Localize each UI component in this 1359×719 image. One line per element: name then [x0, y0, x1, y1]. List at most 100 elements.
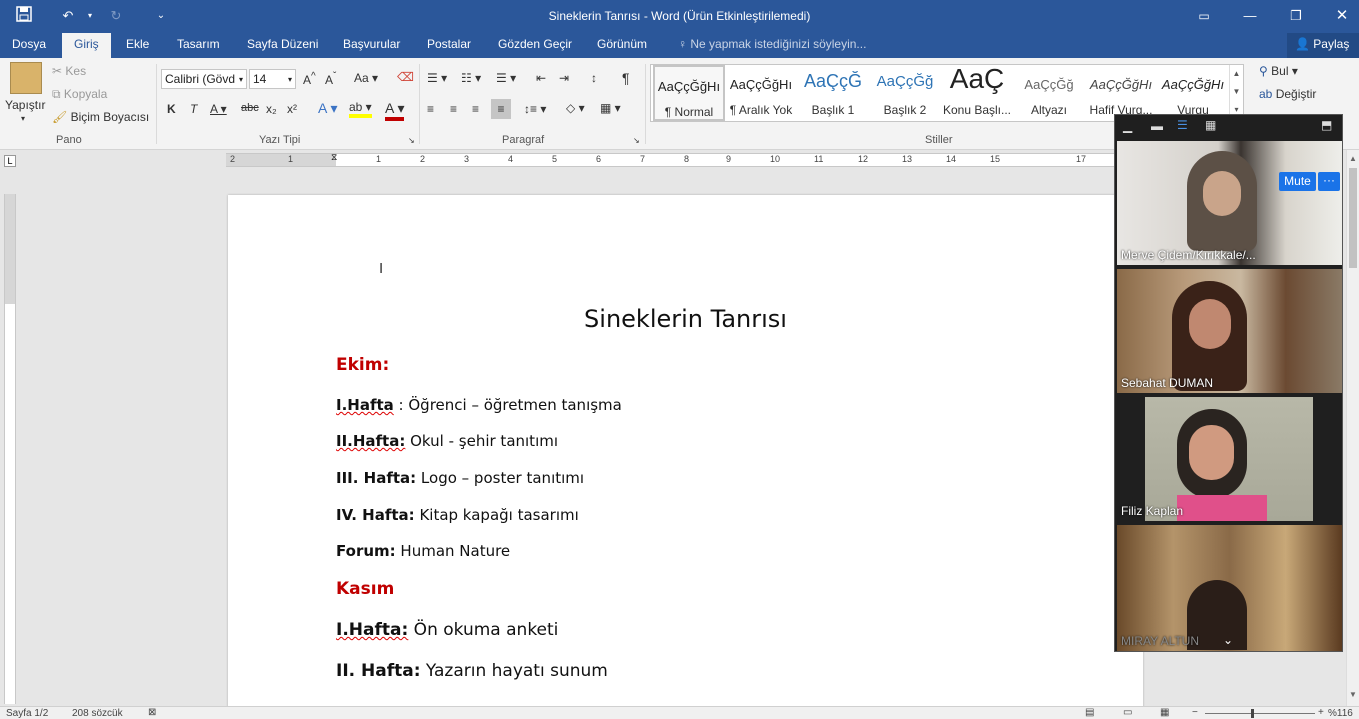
- read-mode-icon[interactable]: ▤: [1085, 707, 1094, 718]
- ribbon-display-icon[interactable]: ▭: [1194, 6, 1214, 26]
- divider: [419, 64, 420, 144]
- zoom-slider-thumb[interactable]: [1251, 709, 1254, 718]
- style-no-spacing[interactable]: AaÇçĞğHı ¶ Aralık Yok: [725, 65, 797, 121]
- tab-home[interactable]: Giriş: [62, 33, 111, 58]
- borders-icon[interactable]: ▦ ▾: [600, 101, 621, 115]
- minimize-icon[interactable]: —: [1240, 6, 1260, 26]
- ribbon-tabs: Dosya Giriş Ekle Tasarım Sayfa Düzeni Ba…: [0, 33, 1359, 58]
- chevron-down-icon[interactable]: ⌄: [1223, 633, 1233, 647]
- scroll-up-icon[interactable]: ▲: [1349, 154, 1357, 163]
- change-case-icon[interactable]: Aa ▾: [354, 71, 378, 85]
- print-layout-icon[interactable]: ▭: [1123, 707, 1132, 718]
- horizontal-ruler[interactable]: 2 1 1 2 3 4 5 6 7 8 9 10 11 12 13 14 15 …: [226, 152, 1116, 167]
- clear-formatting-icon[interactable]: ⌫: [397, 70, 414, 84]
- thumbnail-view-icon[interactable]: ▬: [1151, 119, 1163, 133]
- word-count[interactable]: 208 sözcük: [72, 708, 123, 719]
- close-icon[interactable]: ✕: [1332, 6, 1352, 26]
- subscript-icon[interactable]: x₂: [266, 102, 277, 116]
- style-subtitle[interactable]: AaÇçĞğ Altyazı: [1013, 65, 1085, 121]
- align-right-icon[interactable]: ≡: [472, 102, 479, 116]
- share-button[interactable]: 👤 Paylaş: [1287, 33, 1359, 58]
- tab-design[interactable]: Tasarım: [177, 37, 220, 51]
- font-dialog-launcher-icon[interactable]: ↘: [408, 136, 415, 145]
- cut-button[interactable]: ✂ Kes: [52, 64, 86, 78]
- scroll-down-icon[interactable]: ▼: [1349, 690, 1357, 699]
- style-title[interactable]: AaÇ Konu Başlı...: [941, 63, 1013, 121]
- style-normal[interactable]: AaÇçĞğHı ¶ Normal: [653, 65, 725, 121]
- font-name-select[interactable]: Calibri (Gövd ▾: [161, 69, 247, 89]
- restore-icon[interactable]: ❐: [1286, 6, 1306, 26]
- style-heading-2[interactable]: AaÇçĞğ Başlık 2: [869, 65, 941, 121]
- numbering-icon[interactable]: ☷ ▾: [461, 71, 481, 85]
- participant-video[interactable]: Mute ··· Merve Çidem/Kırıkkale/...: [1117, 141, 1342, 265]
- decrease-indent-icon[interactable]: ⇤: [536, 71, 546, 85]
- shading-icon[interactable]: ◇ ▾: [566, 101, 585, 115]
- search-icon: ⚲: [1259, 64, 1268, 78]
- paragraph-dialog-launcher-icon[interactable]: ↘: [633, 136, 640, 145]
- tab-references[interactable]: Başvurular: [343, 37, 400, 51]
- replace-button[interactable]: ab Değiştir: [1259, 87, 1316, 101]
- document-page[interactable]: I Sineklerin Tanrısı Ekim: I.Hafta : Öğr…: [228, 195, 1143, 715]
- font-color-icon[interactable]: A ▾: [385, 100, 405, 121]
- participant-video[interactable]: Sebahat DUMAN: [1117, 269, 1342, 393]
- tab-mailings[interactable]: Postalar: [427, 37, 471, 51]
- vertical-ruler[interactable]: [4, 194, 16, 704]
- zoom-in-icon[interactable]: +: [1318, 707, 1324, 718]
- font-size-select[interactable]: 14 ▾: [249, 69, 296, 89]
- tell-me-search[interactable]: ♀ Ne yapmak istediğinizi söyleyin...: [678, 37, 866, 51]
- underline-icon[interactable]: A ▾: [210, 102, 227, 116]
- indent-marker-icon[interactable]: ⧖: [331, 152, 337, 163]
- zoom-out-icon[interactable]: −: [1192, 707, 1198, 718]
- tab-layout[interactable]: Sayfa Düzeni: [247, 37, 318, 51]
- increase-indent-icon[interactable]: ⇥: [559, 71, 569, 85]
- minimize-icon[interactable]: ▁: [1123, 119, 1132, 133]
- shrink-font-icon[interactable]: Aˇ: [325, 71, 336, 87]
- schedule-line: IV. Hafta: Kitap kapağı tasarımı: [336, 506, 579, 524]
- gallery-view-icon[interactable]: ▦: [1205, 118, 1216, 132]
- line-spacing-icon[interactable]: ↕≡ ▾: [524, 102, 546, 116]
- web-layout-icon[interactable]: ▦: [1160, 707, 1169, 718]
- sort-icon[interactable]: ↕: [591, 71, 597, 85]
- scroll-thumb[interactable]: [1349, 168, 1357, 268]
- zoom-level[interactable]: %116: [1328, 708, 1353, 719]
- bullets-icon[interactable]: ☰ ▾: [427, 71, 447, 85]
- style-heading-1[interactable]: AaÇçĞ Başlık 1: [797, 65, 869, 121]
- tab-review[interactable]: Gözden Geçir: [498, 37, 572, 51]
- participant-video[interactable]: Filiz Kaplan: [1117, 397, 1342, 521]
- month-heading: Ekim:: [336, 355, 390, 375]
- tab-insert[interactable]: Ekle: [126, 37, 149, 51]
- bold-icon[interactable]: K: [167, 102, 176, 116]
- pilcrow-icon[interactable]: ¶: [622, 70, 630, 86]
- text-effects-icon[interactable]: A ▾: [318, 100, 337, 117]
- tab-view[interactable]: Görünüm: [597, 37, 647, 51]
- mute-button[interactable]: Mute: [1279, 172, 1316, 191]
- style-subtle-emphasis[interactable]: AaÇçĞğHı Hafif Vurg...: [1085, 65, 1157, 121]
- strikethrough-icon[interactable]: abc: [241, 102, 259, 114]
- styles-scroll[interactable]: ▲ ▼ ▾: [1229, 65, 1243, 121]
- participant-video[interactable]: MIRAY ALTUN ⌄: [1117, 525, 1342, 651]
- format-painter-button[interactable]: 🖌 Biçim Boyacısı: [52, 110, 149, 124]
- copy-button[interactable]: ⧉ Kopyala: [52, 87, 107, 102]
- ruler-number: 7: [640, 154, 646, 164]
- style-emphasis[interactable]: AaÇçĞğHı Vurgu: [1157, 65, 1229, 121]
- speaker-view-icon[interactable]: ☰: [1177, 118, 1188, 132]
- justify-icon[interactable]: ≡: [491, 99, 511, 119]
- zoom-slider[interactable]: [1205, 713, 1315, 714]
- tab-file[interactable]: Dosya: [12, 37, 46, 51]
- proofing-icon[interactable]: ⊠: [148, 707, 156, 718]
- grow-font-icon[interactable]: A^: [303, 71, 316, 87]
- tab-selector-icon[interactable]: L: [4, 155, 16, 167]
- more-options-button[interactable]: ···: [1318, 172, 1340, 191]
- fullscreen-icon[interactable]: ⬒: [1321, 118, 1332, 132]
- paste-button[interactable]: Yapıştır: [5, 98, 45, 112]
- vertical-scrollbar[interactable]: ▲ ▼: [1346, 150, 1359, 706]
- align-center-icon[interactable]: ≡: [450, 102, 457, 116]
- multilevel-list-icon[interactable]: ☰ ▾: [496, 71, 516, 85]
- italic-icon[interactable]: T: [190, 102, 197, 116]
- paste-dropdown-icon[interactable]: ▾: [21, 114, 25, 123]
- align-left-icon[interactable]: ≡: [427, 102, 434, 116]
- page-count[interactable]: Sayfa 1/2: [6, 708, 48, 719]
- find-button[interactable]: ⚲ Bul ▾: [1259, 64, 1298, 78]
- highlight-icon[interactable]: ab ▾: [349, 100, 372, 118]
- superscript-icon[interactable]: x²: [287, 102, 297, 116]
